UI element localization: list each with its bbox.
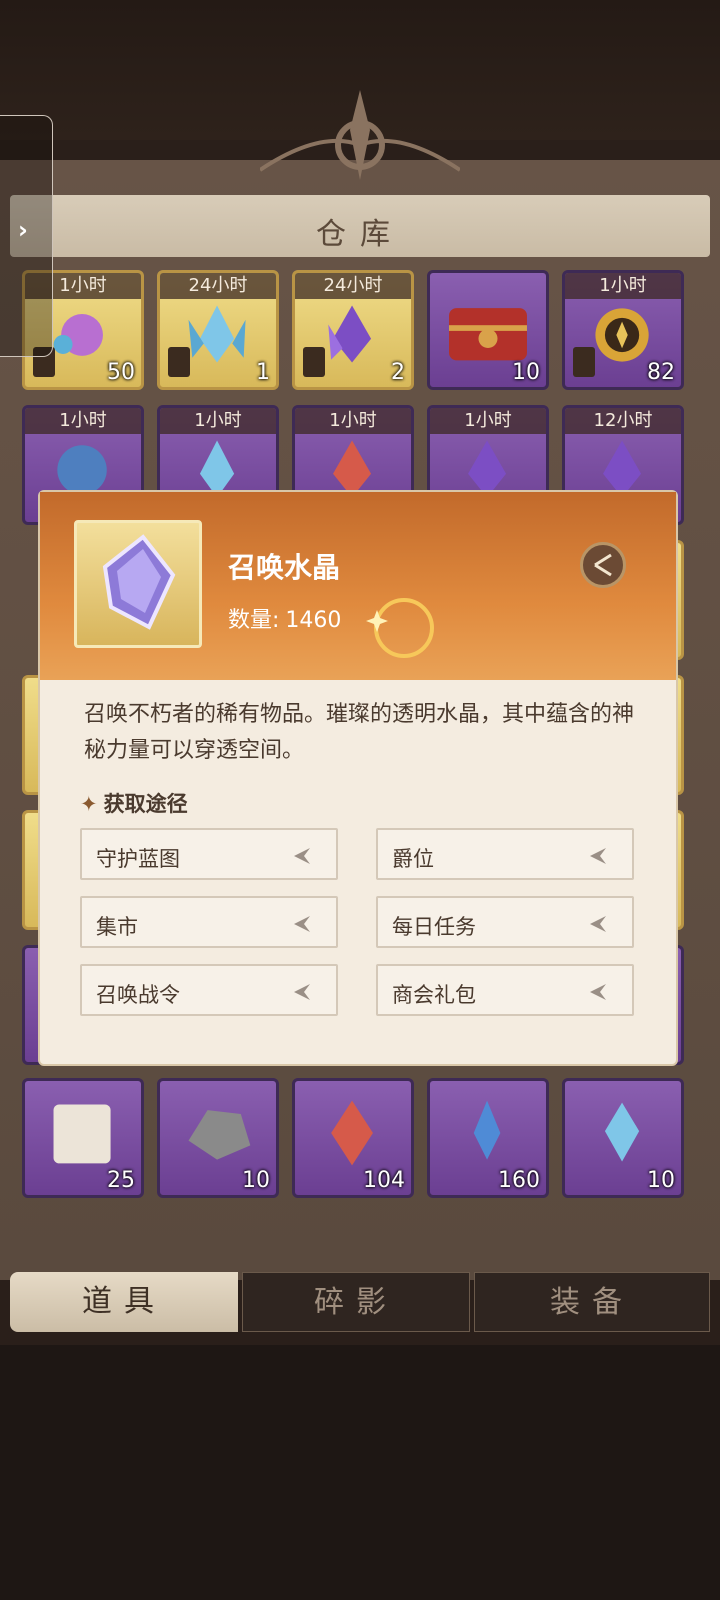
go-arrow-icon bbox=[294, 916, 310, 932]
source-label: 集市 bbox=[96, 915, 138, 939]
item-cell[interactable]: 10 bbox=[157, 1078, 279, 1198]
side-drawer-toggle[interactable]: › bbox=[0, 115, 53, 357]
chevron-right-icon: › bbox=[18, 216, 28, 244]
go-arrow-icon bbox=[294, 848, 310, 864]
share-icon bbox=[594, 553, 612, 577]
go-arrow-icon bbox=[590, 984, 606, 1000]
category-tabs: 道具 碎影 装备 bbox=[10, 1272, 710, 1336]
source-button[interactable]: 召唤战令 bbox=[80, 964, 338, 1016]
treasure-chest-icon bbox=[449, 308, 527, 361]
source-button[interactable]: 每日任务 bbox=[376, 896, 634, 948]
source-label: 召唤战令 bbox=[96, 983, 180, 1007]
cell-count: 160 bbox=[498, 1168, 540, 1193]
hourglass-icon bbox=[573, 347, 595, 377]
hourglass-icon bbox=[303, 347, 325, 377]
share-button[interactable] bbox=[580, 542, 626, 588]
cell-timer: 24小时 bbox=[295, 273, 411, 299]
source-label: 每日任务 bbox=[392, 915, 476, 939]
scroll-icon bbox=[53, 1104, 111, 1164]
item-icon-frame bbox=[74, 520, 202, 648]
source-label: 商会礼包 bbox=[392, 983, 476, 1007]
cell-count: 50 bbox=[107, 360, 135, 385]
item-cell[interactable]: 10 bbox=[562, 1078, 684, 1198]
cell-count: 10 bbox=[512, 360, 540, 385]
item-cell[interactable]: 10 bbox=[427, 270, 549, 390]
cell-count: 1 bbox=[256, 360, 270, 385]
source-button[interactable]: 商会礼包 bbox=[376, 964, 634, 1016]
cell-count: 2 bbox=[391, 360, 405, 385]
cell-count: 10 bbox=[647, 1168, 675, 1193]
crystal-flower-icon bbox=[604, 1102, 640, 1162]
red-crystal-icon bbox=[331, 1100, 373, 1166]
hourglass-icon bbox=[168, 347, 190, 377]
go-arrow-icon bbox=[294, 984, 310, 1000]
cell-timer: 1小时 bbox=[430, 408, 546, 434]
go-arrow-icon bbox=[590, 848, 606, 864]
item-cell[interactable]: 1小时 82 bbox=[562, 270, 684, 390]
go-arrow-icon bbox=[590, 916, 606, 932]
cell-count: 104 bbox=[363, 1168, 405, 1193]
item-cell[interactable]: 24小时 1 bbox=[157, 270, 279, 390]
item-detail-popup: 召唤水晶 数量: 1460 召唤不朽者的稀有物品。璀璨的透明水晶，其中蕴含的神秘力… bbox=[40, 492, 676, 1064]
blue-shard-icon bbox=[473, 1100, 501, 1160]
page-title: 仓库 bbox=[316, 217, 404, 252]
item-cell[interactable]: 24小时 2 bbox=[292, 270, 414, 390]
cell-timer: 24小时 bbox=[160, 273, 276, 299]
ore-icon bbox=[188, 1110, 251, 1160]
item-quantity: 数量: 1460 bbox=[228, 602, 341, 634]
quantity-value: 1460 bbox=[285, 608, 342, 633]
cell-count: 25 bbox=[107, 1168, 135, 1193]
cell-timer: 1小时 bbox=[565, 273, 681, 299]
item-cell[interactable]: 160 bbox=[427, 1078, 549, 1198]
ornament-crest-icon bbox=[260, 90, 460, 180]
source-label: 爵位 bbox=[392, 847, 434, 871]
source-title-text: 获取途径 bbox=[103, 792, 188, 816]
cell-timer: 1小时 bbox=[25, 408, 141, 434]
item-name: 召唤水晶 bbox=[228, 551, 341, 584]
cell-count: 10 bbox=[242, 1168, 270, 1193]
item-description: 召唤不朽者的稀有物品。璀璨的透明水晶，其中蕴含的神秘力量可以穿透空间。 bbox=[84, 702, 635, 763]
item-cell[interactable]: 104 bbox=[292, 1078, 414, 1198]
quantity-label: 数量: bbox=[228, 608, 280, 633]
bottom-area bbox=[0, 1345, 720, 1600]
source-section-title: ✦ 获取途径 bbox=[80, 788, 188, 818]
source-button[interactable]: 爵位 bbox=[376, 828, 634, 880]
cell-timer: 12小时 bbox=[565, 408, 681, 434]
item-cell[interactable]: 25 bbox=[22, 1078, 144, 1198]
star-icon: ✦ bbox=[80, 792, 98, 816]
summon-crystal-icon bbox=[102, 534, 176, 630]
tab-shards[interactable]: 碎影 bbox=[242, 1272, 470, 1332]
storage-title-banner: 仓库 bbox=[10, 195, 710, 257]
cell-count: 82 bbox=[647, 360, 675, 385]
cell-timer: 1小时 bbox=[160, 408, 276, 434]
source-label: 守护蓝图 bbox=[96, 847, 180, 871]
tab-items[interactable]: 道具 bbox=[10, 1272, 238, 1332]
sparkle-ring-icon bbox=[366, 598, 434, 658]
source-button[interactable]: 守护蓝图 bbox=[80, 828, 338, 880]
tab-equipment[interactable]: 装备 bbox=[474, 1272, 710, 1332]
source-button[interactable]: 集市 bbox=[80, 896, 338, 948]
cell-timer: 1小时 bbox=[295, 408, 411, 434]
